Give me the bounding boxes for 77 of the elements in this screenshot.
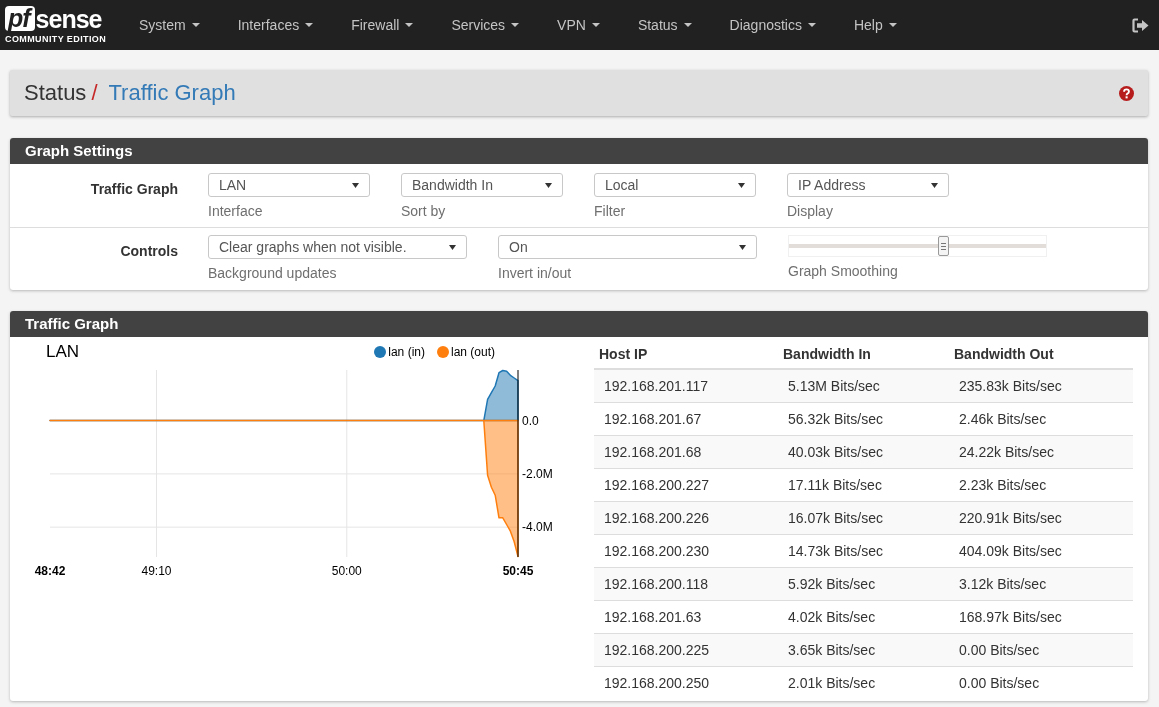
table-cell: 2.01k Bits/sec: [778, 666, 949, 699]
table-cell: 24.22k Bits/sec: [949, 435, 1133, 469]
table-cell: 220.91k Bits/sec: [949, 501, 1133, 535]
help-text: Display: [787, 203, 833, 219]
caret-icon: [683, 23, 692, 27]
logo-subtitle: COMMUNITY EDITION: [5, 34, 107, 44]
table-cell: 235.83k Bits/sec: [949, 369, 1133, 403]
x-tick-label: 49:10: [141, 564, 172, 578]
nav-menu-item[interactable]: Status: [618, 0, 711, 50]
slider-handle[interactable]: [937, 236, 949, 256]
table-cell: 192.168.200.118: [594, 567, 778, 601]
legend-label: lan (out): [450, 345, 495, 359]
help-text: Background updates: [208, 265, 337, 281]
nav-menu-item[interactable]: VPN: [538, 0, 619, 50]
nav-menu-item[interactable]: Diagnostics: [710, 0, 835, 50]
caret-icon: [739, 244, 746, 250]
nav-menu-item[interactable]: Firewall: [332, 0, 433, 50]
panel-heading: Traffic Graph: [10, 311, 1148, 337]
nav-menu-item[interactable]: Help: [834, 0, 916, 50]
x-tick-label: 48:42: [34, 564, 66, 578]
legend-label: lan (in): [388, 345, 425, 359]
help-text: Sort by: [401, 203, 446, 219]
nav-menu-item[interactable]: Services: [432, 0, 539, 50]
nav-menu-item[interactable]: System: [120, 0, 219, 50]
table-cell: 192.168.201.68: [594, 435, 778, 469]
table-cell: 40.03k Bits/sec: [778, 435, 949, 469]
caret-icon: [511, 23, 520, 27]
table-cell: 0.00 Bits/sec: [949, 666, 1133, 699]
y-tick-label: -2.0M: [522, 466, 553, 481]
caret-icon: [931, 182, 938, 188]
caret-icon: [191, 23, 200, 27]
caret-icon: [405, 23, 414, 27]
breadcrumb-section: Status: [24, 80, 87, 106]
caret-icon: [545, 182, 552, 188]
table-cell: 5.13M Bits/sec: [778, 369, 949, 403]
help-text: Interface: [208, 203, 263, 219]
table-cell: 192.168.200.225: [594, 633, 778, 667]
table-cell: 3.65k Bits/sec: [778, 633, 949, 667]
x-tick-label: 50:00: [331, 564, 362, 578]
help-text: Graph Smoothing: [788, 263, 898, 279]
y-tick-label: 0.0: [522, 413, 539, 428]
logo-mark: pf: [5, 6, 35, 31]
breadcrumb-separator: /: [91, 80, 98, 106]
caret-icon: [305, 23, 314, 27]
nav-menu-item[interactable]: Interfaces: [218, 0, 333, 50]
caret-icon: [449, 244, 456, 250]
table-cell: 5.92k Bits/sec: [778, 567, 949, 601]
dropdown-select[interactable]: LAN: [208, 173, 370, 197]
slider-track[interactable]: [788, 235, 1047, 257]
table-cell: 0.00 Bits/sec: [949, 633, 1133, 667]
table-cell: 16.07k Bits/sec: [778, 501, 949, 535]
chart-title: LAN: [46, 342, 80, 362]
dropdown-select[interactable]: Bandwidth In: [401, 173, 563, 197]
logo-wordmark: sense: [35, 6, 102, 31]
caret-icon: [888, 23, 897, 27]
help-text: Invert in/out: [498, 265, 572, 281]
table-cell: 192.168.200.226: [594, 501, 778, 535]
exit-arrow-icon[interactable]: [1132, 17, 1149, 33]
dropdown-select[interactable]: IP Address: [787, 173, 949, 197]
panel-heading: Graph Settings: [10, 138, 1148, 164]
caret-icon: [738, 182, 745, 188]
dropdown-select[interactable]: On: [498, 235, 757, 259]
breadcrumb-link[interactable]: Traffic Graph: [108, 80, 236, 106]
dropdown-select[interactable]: Clear graphs when not visible.: [208, 235, 467, 259]
caret-icon: [591, 23, 600, 27]
table-cell: 192.168.201.117: [594, 369, 778, 403]
setting-label: Controls: [119, 242, 178, 261]
x-tick-label: 50:45: [502, 564, 534, 578]
table-cell: 3.12k Bits/sec: [949, 567, 1133, 601]
y-tick-label: -4.0M: [522, 520, 553, 535]
caret-icon: [807, 23, 816, 27]
table-cell: 192.168.200.250: [594, 666, 778, 699]
setting-label: Traffic Graph: [89, 180, 178, 199]
dropdown-select[interactable]: Local: [594, 173, 756, 197]
help-text: Filter: [594, 203, 626, 219]
help-icon[interactable]: [1119, 85, 1134, 101]
caret-icon: [352, 182, 359, 188]
